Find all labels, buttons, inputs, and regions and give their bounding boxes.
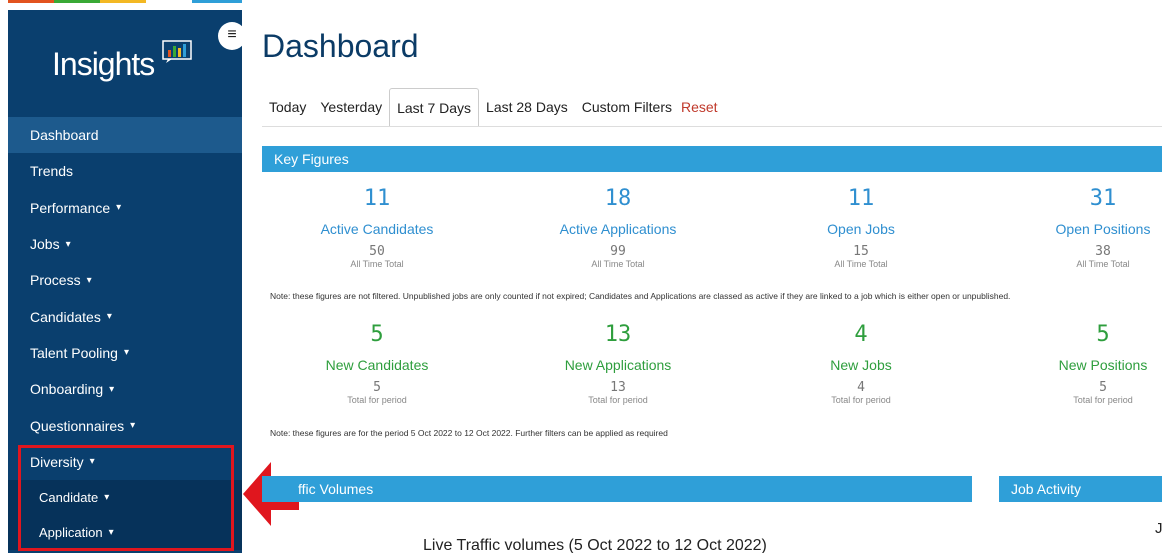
traffic-chart-title: Live Traffic volumes (5 Oct 2022 to 12 O… bbox=[423, 537, 767, 553]
menu-toggle-button[interactable]: ≡ bbox=[218, 22, 246, 50]
tab-divider bbox=[262, 126, 1162, 127]
job-activity-text: J bbox=[1155, 520, 1162, 537]
caret-down-icon: ▾ bbox=[123, 347, 129, 359]
figure-total: 5 bbox=[1099, 380, 1107, 395]
key-figures-panel: Key Figures bbox=[262, 146, 1162, 172]
strip-segment bbox=[8, 0, 54, 3]
figure-total: 50 bbox=[369, 244, 385, 259]
key-figure-card: 13 New Applications 13 Total for period bbox=[498, 322, 738, 405]
figure-value: 18 bbox=[604, 186, 632, 211]
figure-total: 15 bbox=[853, 244, 869, 259]
active-figures-note: Note: these figures are not filtered. Un… bbox=[270, 291, 1011, 301]
tab-custom-filters[interactable]: Custom Filters bbox=[575, 88, 679, 126]
figure-value: 13 bbox=[604, 322, 632, 347]
job-activity-panel: Job Activity bbox=[999, 476, 1162, 502]
sidebar-item-questionnaires[interactable]: Questionnaires ▾ bbox=[8, 407, 242, 443]
highlight-annotation-box bbox=[18, 445, 234, 551]
key-figure-card: 11 Open Jobs 15 All Time Total bbox=[741, 186, 981, 269]
caret-down-icon: ▾ bbox=[109, 383, 115, 395]
figure-total: 13 bbox=[610, 380, 626, 395]
sidebar-item-label: Jobs bbox=[30, 236, 60, 253]
figure-value: 31 bbox=[1089, 186, 1117, 211]
figure-total-label: All Time Total bbox=[350, 259, 404, 269]
sidebar-item-label: Process bbox=[30, 272, 81, 289]
sidebar-item-talent-pooling[interactable]: Talent Pooling ▾ bbox=[8, 335, 242, 371]
figure-label[interactable]: Active Applications bbox=[498, 221, 738, 237]
tab-last-28-days[interactable]: Last 28 Days bbox=[479, 88, 575, 126]
caret-down-icon: ▾ bbox=[65, 238, 71, 250]
strip-segment bbox=[146, 0, 192, 3]
sidebar-item-candidates[interactable]: Candidates ▾ bbox=[8, 298, 242, 334]
key-figure-card: 5 New Positions 5 Total for period bbox=[983, 322, 1162, 405]
figure-total-label: Total for period bbox=[347, 395, 407, 405]
tab-today[interactable]: Today bbox=[262, 88, 313, 126]
caret-down-icon: ▾ bbox=[116, 202, 122, 214]
figure-value: 5 bbox=[370, 322, 384, 347]
figure-label[interactable]: New Applications bbox=[498, 357, 738, 373]
chart-logo-icon bbox=[162, 40, 192, 63]
figure-total-label: All Time Total bbox=[591, 259, 645, 269]
key-figures-header: Key Figures bbox=[262, 146, 1162, 172]
figure-total: 5 bbox=[373, 380, 381, 395]
job-activity-header: Job Activity bbox=[999, 476, 1162, 502]
caret-down-icon: ▾ bbox=[86, 274, 92, 286]
sidebar-item-label: Candidates bbox=[30, 308, 101, 325]
tab-last-7-days[interactable]: Last 7 Days bbox=[389, 88, 480, 126]
caret-down-icon: ▾ bbox=[130, 420, 136, 432]
figure-total-label: All Time Total bbox=[1076, 259, 1130, 269]
sidebar-item-onboarding[interactable]: Onboarding ▾ bbox=[8, 371, 242, 407]
figure-total: 99 bbox=[610, 244, 626, 259]
figure-total-label: Total for period bbox=[588, 395, 648, 405]
sidebar-item-label: Trends bbox=[30, 163, 74, 180]
top-color-strip bbox=[8, 0, 242, 3]
sidebar-item-label: Dashboard bbox=[30, 127, 99, 144]
figure-total: 4 bbox=[857, 380, 865, 395]
sidebar-item-label: Performance bbox=[30, 199, 111, 216]
figure-label[interactable]: New Positions bbox=[983, 357, 1162, 373]
key-figure-card: 4 New Jobs 4 Total for period bbox=[741, 322, 981, 405]
figure-label[interactable]: New Candidates bbox=[257, 357, 497, 373]
traffic-volumes-panel: ffic Volumes bbox=[262, 476, 972, 502]
strip-segment bbox=[54, 0, 100, 3]
date-filter-tabs: Today Yesterday Last 7 Days Last 28 Days Cus… bbox=[262, 88, 725, 126]
tab-yesterday[interactable]: Yesterday bbox=[313, 88, 389, 126]
figure-label[interactable]: Active Candidates bbox=[257, 221, 497, 237]
strip-segment bbox=[192, 0, 242, 3]
figure-value: 4 bbox=[854, 322, 868, 347]
sidebar-item-label: Onboarding bbox=[30, 381, 104, 398]
page-title: Dashboard bbox=[262, 28, 419, 64]
key-figure-card: 5 New Candidates 5 Total for period bbox=[257, 322, 497, 405]
sidebar-item-label: Talent Pooling bbox=[30, 344, 118, 361]
figure-total-label: All Time Total bbox=[834, 259, 888, 269]
key-figure-card: 11 Active Candidates 50 All Time Total bbox=[257, 186, 497, 269]
figure-total: 38 bbox=[1095, 244, 1111, 259]
sidebar-item-process[interactable]: Process ▾ bbox=[8, 262, 242, 298]
reset-link[interactable]: Reset bbox=[679, 88, 725, 126]
figure-value: 5 bbox=[1096, 322, 1110, 347]
strip-segment bbox=[100, 0, 146, 3]
logo-text: Insights bbox=[52, 46, 155, 82]
figure-total-label: Total for period bbox=[1073, 395, 1133, 405]
figure-total-label: Total for period bbox=[831, 395, 891, 405]
key-figure-card: 18 Active Applications 99 All Time Total bbox=[498, 186, 738, 269]
traffic-volumes-header: ffic Volumes bbox=[262, 476, 972, 502]
sidebar-item-label: Questionnaires bbox=[30, 417, 125, 434]
figure-label[interactable]: Open Positions bbox=[983, 221, 1162, 237]
sidebar-item-jobs[interactable]: Jobs ▾ bbox=[8, 226, 242, 262]
figure-label[interactable]: New Jobs bbox=[741, 357, 981, 373]
figure-value: 11 bbox=[363, 186, 391, 211]
figure-label[interactable]: Open Jobs bbox=[741, 221, 981, 237]
sidebar-item-dashboard[interactable]: Dashboard bbox=[8, 117, 242, 154]
key-figure-card: 31 Open Positions 38 All Time Total bbox=[983, 186, 1162, 269]
sidebar-item-trends[interactable]: Trends bbox=[8, 153, 242, 189]
sidebar-item-performance[interactable]: Performance ▾ bbox=[8, 190, 242, 226]
figure-value: 11 bbox=[847, 186, 875, 211]
new-figures-note: Note: these figures are for the period 5… bbox=[270, 428, 668, 438]
caret-down-icon: ▾ bbox=[106, 311, 112, 323]
